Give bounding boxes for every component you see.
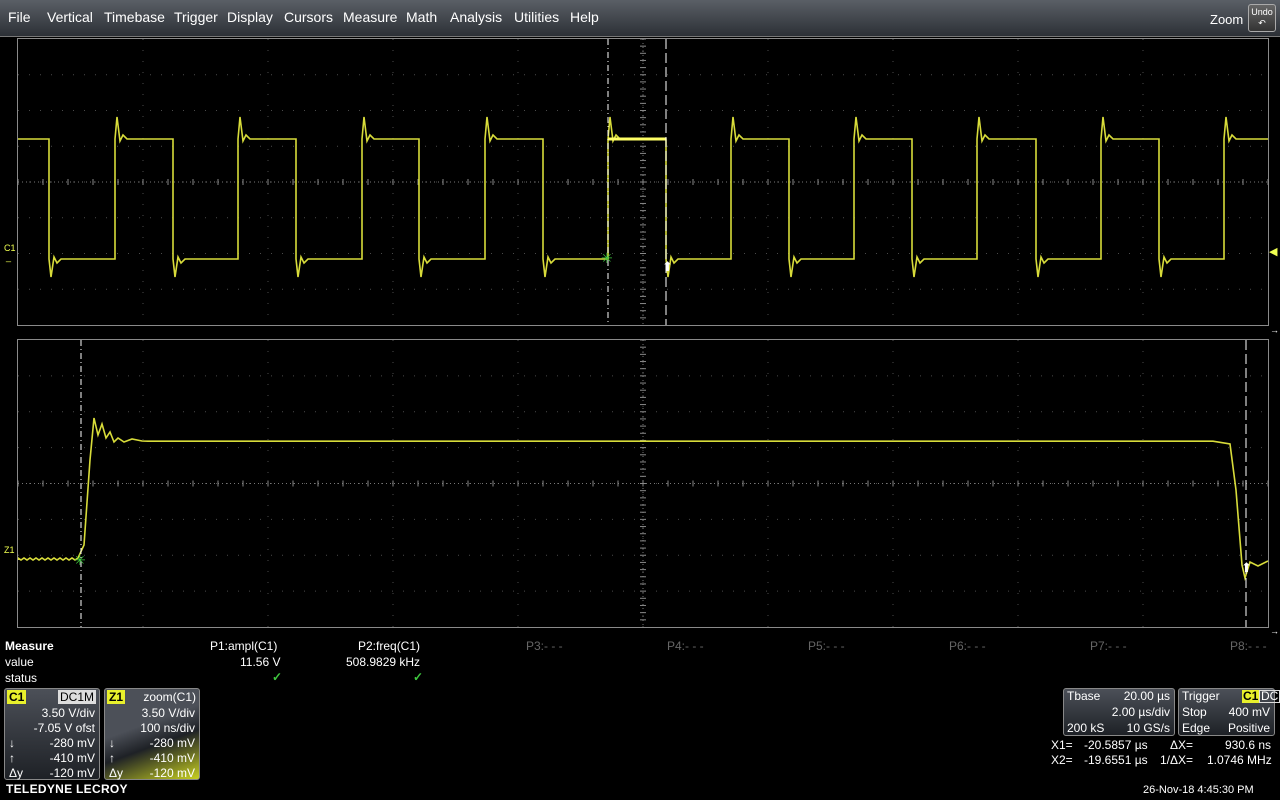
trigger-type: Edge: [1182, 721, 1211, 735]
c1-channel-descriptor[interactable]: C1 DC1M 3.50 V/div -7.05 V ofst ↓ -280 m…: [4, 688, 100, 780]
trigger-label: Trigger: [1182, 689, 1220, 703]
z1-vdiv: 3.50 V/div: [141, 706, 195, 720]
p4-name[interactable]: P4:- - -: [667, 639, 704, 653]
p1-status-check-icon: ✓: [272, 670, 283, 684]
cursor-up-arrow-icon: ↑: [9, 751, 15, 765]
p2-value: 508.9829 kHz: [346, 655, 421, 669]
menu-help[interactable]: Help: [570, 9, 599, 25]
date-time: 26-Nov-18 4:45:30 PM: [1143, 784, 1254, 796]
menu-trigger[interactable]: Trigger: [174, 9, 218, 25]
brand-logo: TELEDYNE LECROY: [6, 782, 128, 796]
c1-delta-y: -120 mV: [49, 766, 95, 780]
c1-ground-marker-icon[interactable]: _: [6, 252, 11, 262]
p2-name[interactable]: P2:freq(C1): [358, 639, 420, 653]
z1-cursor-down: -280 mV: [149, 736, 195, 750]
c1-offset: -7.05 V ofst: [33, 721, 95, 735]
trigger-source: C1: [1242, 689, 1260, 703]
c1-cursor-down: -280 mV: [49, 736, 95, 750]
undo-icon: ↶: [1258, 18, 1266, 28]
x2-label: X2=: [1051, 753, 1073, 767]
cursor-up-marker-icon: ⬆: [662, 259, 673, 274]
z1-zoom-grid[interactable]: ✳ ⬆: [17, 339, 1269, 628]
undo-label: Undo: [1251, 7, 1273, 17]
timebase-samples: 200 kS: [1067, 721, 1105, 735]
c1-scroll-arrow-icon[interactable]: →: [1270, 325, 1279, 335]
trigger-level: 400 mV: [1228, 705, 1270, 719]
z1-tag: Z1: [107, 690, 126, 704]
x2-value: -19.6551 µs: [1084, 753, 1148, 767]
x1-value: -20.5857 µs: [1084, 738, 1148, 752]
menu-display[interactable]: Display: [227, 9, 273, 25]
p2-status-check-icon: ✓: [413, 670, 424, 684]
menu-math[interactable]: Math: [406, 9, 437, 25]
p3-name[interactable]: P3:- - -: [526, 639, 563, 653]
c1-tag: C1: [7, 690, 27, 704]
c1-vdiv: 3.50 V/div: [41, 706, 95, 720]
menu-cursors[interactable]: Cursors: [284, 9, 333, 25]
z1-cursor-up: -410 mV: [149, 751, 195, 765]
p6-name[interactable]: P6:- - -: [949, 639, 986, 653]
menu-bar: File Vertical Timebase Trigger Display C…: [0, 0, 1280, 37]
cursor-down-arrow-icon: ↓: [109, 736, 115, 750]
z1-trace-label: Z1: [4, 545, 15, 555]
z1-source: zoom(C1): [143, 690, 196, 704]
trigger-level-marker-icon[interactable]: ◀: [1269, 245, 1277, 258]
measure-row-status: status: [5, 671, 38, 685]
menu-measure[interactable]: Measure: [343, 9, 397, 25]
inv-dx-label: 1/ΔX=: [1160, 753, 1194, 767]
timebase-rate: 10 GS/s: [1126, 721, 1170, 735]
p1-value: 11.56 V: [240, 655, 281, 669]
menu-file[interactable]: File: [8, 9, 31, 25]
c1-cursor-up: -410 mV: [49, 751, 95, 765]
trigger-point-icon: ✳: [601, 250, 613, 266]
p8-name[interactable]: P8:- - -: [1230, 639, 1267, 653]
timebase-tdiv: 2.00 µs/div: [1111, 705, 1170, 719]
trigger-mode: Stop: [1182, 705, 1207, 719]
trigger-slope: Positive: [1227, 721, 1270, 735]
z1-scroll-arrow-icon[interactable]: →: [1270, 626, 1279, 636]
measure-row-value: value: [5, 655, 34, 669]
z1-delta-y: -120 mV: [149, 766, 195, 780]
c1-coupling: DC1M: [57, 690, 96, 704]
measure-title[interactable]: Measure: [5, 639, 54, 653]
delta-y-label: Δy: [109, 766, 124, 780]
timebase-label: Tbase: [1067, 689, 1101, 703]
z1-waveform-svg: ✳ ⬆: [18, 340, 1268, 627]
c1-waveform-svg: ✳⬆: [18, 39, 1268, 325]
timebase-delay: 20.00 µs: [1123, 689, 1170, 703]
cursor-up-marker-icon: ⬆: [1241, 560, 1252, 575]
dx-value: 930.6 ns: [1225, 738, 1272, 752]
undo-button[interactable]: Undo ↶: [1248, 4, 1276, 32]
menu-vertical[interactable]: Vertical: [47, 9, 93, 25]
dx-label: ΔX=: [1170, 738, 1194, 752]
trigger-coupling: DC: [1259, 689, 1280, 703]
inv-dx-value: 1.0746 MHz: [1207, 753, 1272, 767]
trigger-descriptor[interactable]: Trigger C1 DC Stop 400 mV Edge Positive: [1178, 688, 1280, 736]
zoom-button[interactable]: Zoom: [1210, 12, 1243, 27]
z1-tdiv: 100 ns/div: [140, 721, 195, 735]
x1-label: X1=: [1051, 738, 1073, 752]
menu-analysis[interactable]: Analysis: [450, 9, 502, 25]
timebase-descriptor[interactable]: Tbase 20.00 µs 2.00 µs/div 200 kS 10 GS/…: [1063, 688, 1175, 736]
menu-utilities[interactable]: Utilities: [514, 9, 559, 25]
cursor-down-arrow-icon: ↓: [9, 736, 15, 750]
cursor-up-arrow-icon: ↑: [109, 751, 115, 765]
delta-y-label: Δy: [9, 766, 24, 780]
z1-zoom-descriptor[interactable]: Z1 zoom(C1) 3.50 V/div 100 ns/div ↓ -280…: [104, 688, 200, 780]
p5-name[interactable]: P5:- - -: [808, 639, 845, 653]
c1-waveform-grid[interactable]: ✳ ⬆: [17, 38, 1269, 326]
trigger-point-icon: ✳: [74, 552, 86, 568]
menu-timebase[interactable]: Timebase: [104, 9, 165, 25]
p1-name[interactable]: P1:ampl(C1): [210, 639, 277, 653]
measure-table: Measure value status P1:ampl(C1) 11.56 V…: [0, 636, 1280, 686]
p7-name[interactable]: P7:- - -: [1090, 639, 1127, 653]
